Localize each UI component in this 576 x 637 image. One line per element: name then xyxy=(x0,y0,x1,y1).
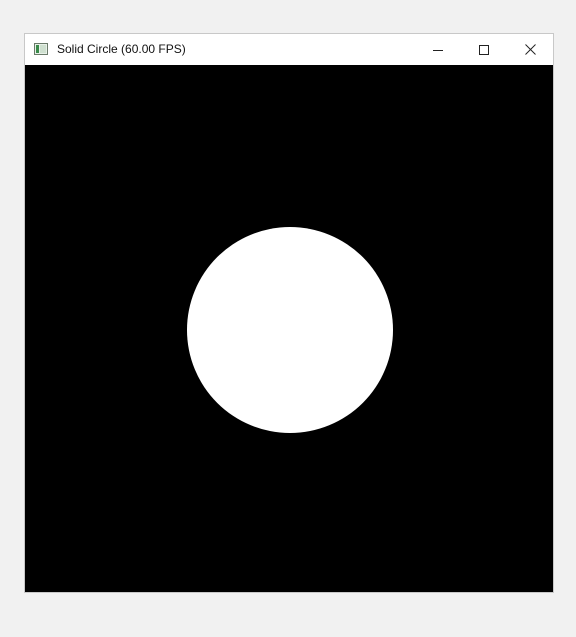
app-window: Solid Circle (60.00 FPS) xyxy=(24,33,554,593)
maximize-icon xyxy=(479,44,489,55)
window-controls xyxy=(415,34,553,65)
app-window-icon xyxy=(34,43,48,55)
title-bar[interactable]: Solid Circle (60.00 FPS) xyxy=(25,34,553,65)
solid-circle xyxy=(187,227,393,433)
minimize-button[interactable] xyxy=(415,34,461,65)
minimize-icon xyxy=(433,49,443,51)
render-canvas[interactable] xyxy=(25,65,553,592)
close-icon xyxy=(524,44,536,55)
window-title: Solid Circle (60.00 FPS) xyxy=(57,42,186,56)
close-button[interactable] xyxy=(507,34,553,65)
maximize-button[interactable] xyxy=(461,34,507,65)
